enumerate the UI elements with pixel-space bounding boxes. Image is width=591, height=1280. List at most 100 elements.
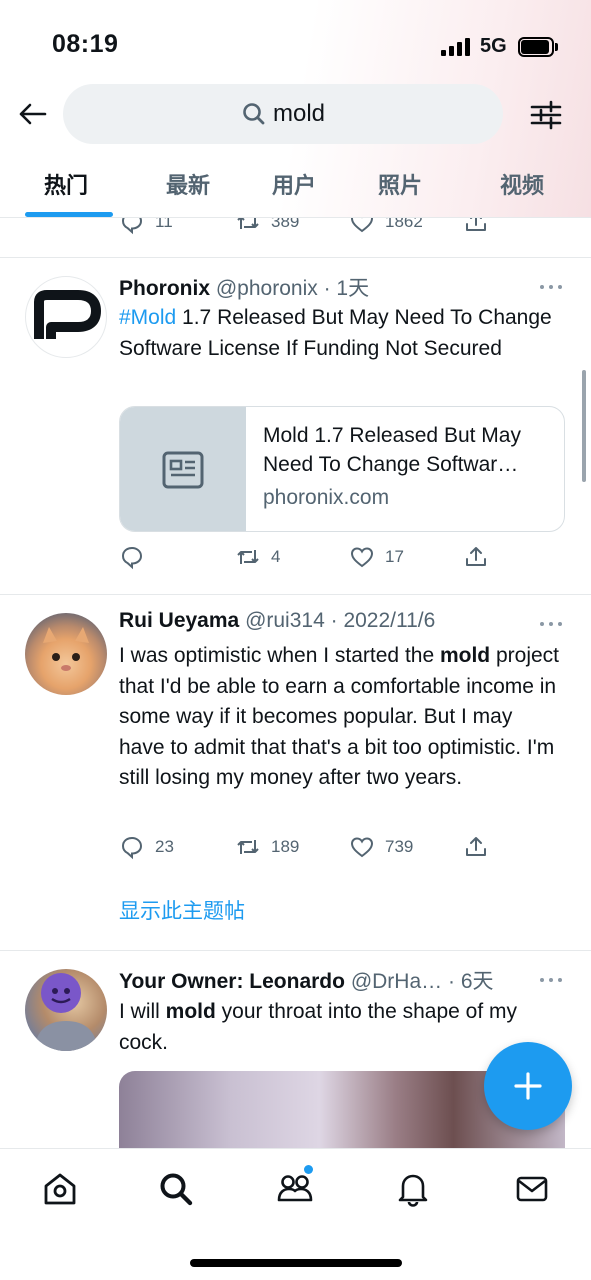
search-tabs: 热门 最新 用户 照片 视频 (0, 160, 591, 218)
like-icon (350, 218, 374, 233)
tweet-time: 2022/11/6 (343, 609, 436, 632)
retweet-button[interactable]: 189 (235, 834, 299, 860)
avatar[interactable] (25, 613, 107, 695)
status-time: 08:19 (52, 30, 119, 58)
reply-button[interactable] (119, 544, 155, 570)
nav-messages[interactable] (512, 1169, 552, 1209)
retweet-icon (237, 840, 259, 854)
more-icon[interactable] (538, 975, 564, 985)
tweet-header: Your Owner: Leonardo @DrHa… · 6天 (119, 970, 494, 993)
reply-count: 23 (155, 837, 174, 856)
retweet-icon (237, 550, 259, 564)
notifications-icon (398, 1174, 428, 1207)
tweet-divider (0, 950, 591, 951)
author-name[interactable]: Your Owner: Leonardo (119, 970, 345, 993)
more-icon[interactable] (538, 282, 564, 292)
article-icon (162, 451, 204, 489)
keyword-highlight: mold (439, 644, 491, 667)
nav-notifications[interactable] (393, 1169, 433, 1209)
avatar[interactable] (25, 969, 107, 1051)
like-button[interactable]: 17 (349, 544, 404, 570)
nav-home[interactable] (40, 1169, 80, 1209)
tweet-header: Phoronix @phoronix · 1天 (119, 277, 370, 300)
like-icon (350, 837, 374, 858)
retweet-count: 189 (271, 837, 300, 856)
author-handle[interactable]: @DrHa… (351, 970, 442, 993)
tweet-text: #Mold 1.7 Released But May Need To Chang… (119, 306, 552, 360)
messages-icon (516, 1176, 548, 1202)
reply-icon (121, 546, 143, 570)
search-results-feed[interactable]: 11 389 1862 Phoronix @phoronix · 1天 #Mol… (0, 218, 591, 1148)
share-button[interactable] (463, 544, 499, 570)
author-name[interactable]: Rui Ueyama (119, 609, 239, 632)
reply-count: 11 (155, 218, 173, 231)
reply-icon (121, 836, 143, 860)
tab-photos[interactable]: 照片 (378, 168, 422, 200)
scrollbar[interactable] (582, 370, 586, 482)
retweet-button[interactable]: 4 (235, 544, 280, 570)
avatar[interactable] (25, 276, 107, 358)
share-icon (466, 218, 486, 231)
author-name[interactable]: Phoronix (119, 277, 210, 300)
keyword-highlight: mold (165, 1000, 216, 1023)
tweet-divider (0, 594, 591, 595)
author-handle[interactable]: @rui314 (245, 609, 325, 632)
filter-icon[interactable] (527, 96, 565, 134)
bottom-navigation (0, 1148, 591, 1280)
share-button[interactable] (463, 834, 499, 860)
like-button[interactable]: 1862 (349, 218, 423, 235)
tweet-actions: 11 389 1862 (119, 218, 499, 239)
search-icon (243, 103, 265, 125)
like-count: 1862 (385, 218, 423, 231)
retweet-button[interactable]: 389 (235, 218, 299, 235)
explore-icon (160, 1173, 193, 1206)
like-icon (350, 547, 374, 568)
link-card[interactable]: Mold 1.7 Released But May Need To Change… (119, 406, 565, 532)
tab-latest[interactable]: 最新 (166, 168, 210, 200)
reply-button[interactable]: 11 (119, 218, 173, 235)
compose-plus-icon (514, 1072, 542, 1100)
back-arrow-icon[interactable] (14, 96, 50, 132)
retweet-count: 389 (271, 218, 300, 231)
tab-top[interactable]: 热门 (44, 168, 88, 200)
share-icon (466, 547, 486, 566)
communities-badge (304, 1165, 313, 1174)
signal-icon (441, 38, 473, 56)
status-bar: 08:19 5G (0, 0, 591, 90)
like-count: 739 (385, 837, 414, 856)
tweet-time: 6天 (460, 970, 494, 993)
communities-icon (277, 1175, 313, 1202)
share-button[interactable] (463, 218, 499, 235)
tweet-actions: 23 189 739 (119, 834, 499, 864)
search-input[interactable]: mold (63, 84, 503, 144)
nav-explore[interactable] (156, 1169, 196, 1209)
home-indicator (190, 1259, 402, 1267)
tab-videos[interactable]: 视频 (500, 168, 544, 200)
retweet-count: 4 (271, 547, 281, 566)
tweet-actions: 4 17 (119, 544, 499, 574)
like-button[interactable]: 739 (349, 834, 413, 860)
reply-icon (121, 218, 143, 235)
home-icon (44, 1173, 76, 1205)
more-icon[interactable] (538, 619, 564, 629)
compose-button[interactable] (484, 1042, 572, 1130)
battery-icon (518, 37, 558, 57)
network-type: 5G (480, 35, 507, 57)
hashtag-link[interactable]: #Mold (119, 306, 176, 329)
retweet-icon (237, 218, 259, 229)
like-count: 17 (385, 547, 404, 566)
tweet-divider (0, 257, 591, 258)
search-query: mold (272, 100, 326, 127)
card-thumbnail (120, 407, 246, 531)
show-thread-link[interactable]: 显示此主题帖 (119, 895, 245, 925)
nav-communities[interactable] (275, 1169, 315, 1209)
tab-people[interactable]: 用户 (272, 168, 316, 200)
share-icon (466, 837, 486, 856)
reply-button[interactable]: 23 (119, 834, 174, 860)
card-title: Mold 1.7 Released But May Need To Change… (263, 424, 521, 476)
tweet-text: I was optimistic when I started the mold… (119, 644, 560, 789)
author-handle[interactable]: @phoronix (216, 277, 318, 300)
tweet-text: I will mold your throat into the shape o… (119, 1000, 518, 1054)
tweet-header: Rui Ueyama @rui314 · 2022/11/6 (119, 609, 436, 632)
card-domain: phoronix.com (263, 486, 390, 509)
